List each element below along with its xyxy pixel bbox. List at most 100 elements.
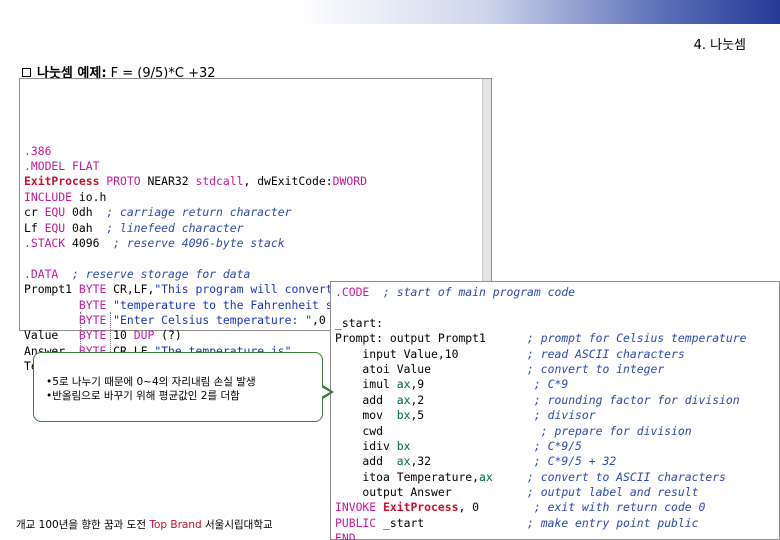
code-token: ; exit with return code 0 [533, 500, 706, 515]
code-line: mov bx,5 ; divisor [335, 408, 779, 423]
code-line: ExitProcess PROTO NEAR32 stdcall, dwExit… [24, 174, 491, 189]
footer-brand: Top Brand [149, 519, 202, 531]
code-token: ; output label and result [527, 485, 699, 500]
code-token: cr [24, 205, 45, 220]
code-line: cwd ; prepare for division [335, 424, 779, 439]
code-token: 0ah [65, 220, 107, 235]
code-token: BYTE [78, 282, 107, 297]
code-token: ExitProcess [24, 174, 100, 189]
chapter-title: 4. 나눗셈 [693, 38, 746, 53]
code-token: EQU [44, 205, 66, 220]
code-line: atoi Value ; convert to integer [335, 362, 779, 377]
code-token: ; divisor [533, 408, 596, 423]
code-token: _start: [335, 315, 384, 330]
code-token: Prompt: output Prompt1 [335, 331, 486, 346]
code-panel-code-section: .CODE ; start of main program code _start… [330, 281, 780, 540]
code-token: ; make entry point public [527, 515, 699, 530]
code-token: ,9 [410, 377, 425, 392]
code-token: ; linefeed character [106, 220, 244, 235]
code-token: BYTE [78, 328, 107, 343]
code-token: ax [396, 377, 411, 392]
code-token: add [335, 392, 397, 407]
bullet-square-icon [22, 68, 31, 77]
code-token: (?) [154, 328, 182, 343]
code-token: , 0 [458, 500, 480, 515]
code-token: imul [335, 377, 397, 392]
code-token: ; reserve 4096-byte stack [113, 235, 285, 250]
code-token: ; convert to integer [527, 361, 665, 376]
code-token: ,2 [410, 392, 425, 407]
code-line: PUBLIC _start ; make entry point public [335, 516, 779, 531]
code-token: bx [396, 408, 411, 423]
code-token: INVOKE [335, 500, 377, 515]
code-token: ; C*9/5 [533, 438, 582, 453]
code-token: mov [335, 408, 397, 423]
code-token: DUP [133, 328, 155, 343]
code-token: output Answer [335, 485, 452, 500]
code-token: ; prepare for division [540, 423, 692, 438]
code-token: ; rounding factor for division [533, 392, 740, 407]
code-line: .MODEL FLAT [24, 159, 491, 174]
code-token: BYTE [78, 312, 107, 327]
code-token: .CODE [335, 285, 370, 299]
code-token: END [335, 531, 356, 540]
code-token: ,32 [410, 454, 432, 469]
code-token: add [335, 454, 397, 469]
code-token: stdcall [195, 174, 244, 189]
explanation-callout: •5로 나누기 때문에 0~4의 자리내림 손실 발생 •반올림으로 바꾸기 위… [33, 352, 323, 422]
code-token: ,0 [312, 312, 326, 327]
code-line: add ax,32 ; C*9/5 + 32 [335, 454, 779, 469]
code-token: ; C*9 [533, 377, 569, 392]
code-line: _start: [335, 316, 779, 331]
code-line: itoa Temperature,ax ; convert to ASCII c… [335, 470, 779, 485]
code-token: ax [396, 392, 411, 407]
code-token: .DATA [24, 266, 59, 281]
code-token: ; start of main program code [383, 285, 576, 299]
code-token: bx [396, 438, 411, 453]
code-line: input Value,10 ; read ASCII characters [335, 347, 779, 362]
code-token: "Enter Celsius temperature: " [113, 312, 313, 327]
code-token: atoi Value [335, 361, 432, 376]
code-line: END [335, 531, 779, 540]
code-token: ax [396, 454, 411, 469]
code-token: ; read ASCII characters [527, 346, 685, 361]
code-line: INCLUDE io.h [24, 190, 491, 205]
code-token: _start [376, 515, 425, 530]
code-token: ; prompt for Celsius temperature [527, 331, 747, 346]
code-token: ,5 [410, 408, 425, 423]
footer-prefix: 개교 100년을 향한 꿈과 도전 [16, 519, 150, 531]
code-line: imul ax,9 ; C*9 [335, 377, 779, 392]
code-token: 4096 [65, 235, 114, 250]
code-token: .STACK [24, 235, 66, 250]
code-token: EQU [44, 220, 66, 235]
code-token: ; convert to ASCII characters [527, 469, 726, 484]
code-line: .386 [24, 144, 491, 159]
callout-line-1: •5로 나누기 때문에 0~4의 자리내림 손실 발생 [46, 376, 256, 388]
code-token: "temperature to the Fahrenheit scale" [113, 297, 367, 312]
code-token: ax [479, 469, 493, 484]
code-line: cr EQU 0dh ; carriage return character [24, 205, 491, 220]
code-token: input Value, [335, 346, 445, 361]
code-token: PUBLIC [335, 515, 377, 530]
code-line: Lf EQU 0ah ; linefeed character [24, 221, 491, 236]
code-token: ; reserve storage for data [72, 266, 251, 281]
callout-pointer-fill [321, 387, 330, 397]
code-token: .386 [24, 143, 52, 158]
code-line: add ax,2 ; rounding factor for division [335, 393, 779, 408]
code-token: 10 [444, 346, 459, 361]
